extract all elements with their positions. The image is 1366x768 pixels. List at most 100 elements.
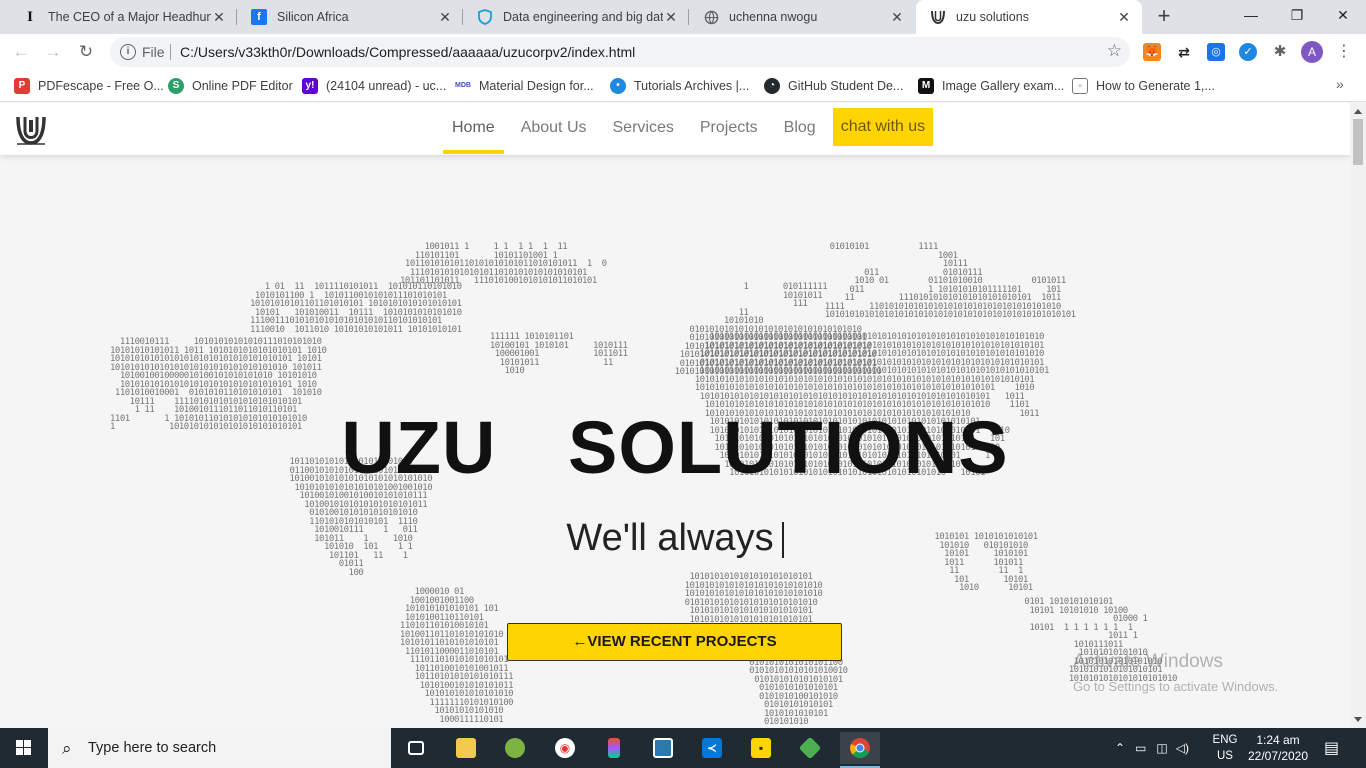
info-icon[interactable]: i — [120, 44, 136, 60]
github-icon: ◔ — [764, 78, 780, 94]
app-frame-icon[interactable] — [643, 732, 683, 764]
more-menu-icon[interactable]: ⋮ — [1336, 42, 1352, 62]
tray-chevron-icon[interactable]: ⌃ — [1115, 741, 1125, 755]
record-app-icon[interactable]: ◉ — [545, 732, 585, 764]
windows-taskbar: ⌕ Type here to search ◉ ≺ ▪ ⌃ ▭ ◫ ◁) ENG… — [0, 728, 1366, 768]
site-navbar: Home About Us Services Projects Blog cha… — [0, 103, 1350, 155]
file-explorer-icon[interactable] — [446, 732, 486, 764]
git-icon[interactable] — [790, 732, 830, 764]
extensions-puzzle-icon[interactable]: ✱ — [1271, 43, 1289, 61]
nav-home[interactable]: Home — [443, 108, 504, 154]
close-tab-icon[interactable]: ✕ — [889, 9, 905, 25]
instapaper-icon: I — [27, 8, 33, 25]
bookmark-label: Online PDF Editor — [192, 79, 293, 93]
globe-icon — [703, 9, 719, 25]
close-tab-icon[interactable]: ✕ — [211, 9, 227, 25]
bookmark-item[interactable]: ▫ How to Generate 1,... — [1072, 76, 1215, 96]
close-tab-icon[interactable]: ✕ — [1116, 9, 1132, 25]
omnibox-divider — [170, 44, 171, 60]
extension-blue-icon[interactable]: ◎ — [1207, 43, 1225, 61]
sticky-notes-icon[interactable]: ▪ — [741, 732, 781, 764]
tab-title: Silicon Africa — [277, 10, 349, 24]
nav-blog[interactable]: Blog — [775, 108, 825, 150]
browser-tab[interactable]: f Silicon Africa ✕ — [237, 0, 463, 34]
facebook-icon: f — [251, 9, 267, 25]
page-scrollbar[interactable] — [1350, 103, 1366, 728]
task-view-icon[interactable] — [396, 732, 436, 764]
scroll-thumb[interactable] — [1353, 119, 1363, 165]
volume-icon[interactable]: ◁) — [1176, 741, 1189, 755]
nav-services[interactable]: Services — [604, 108, 683, 150]
view-recent-projects-button[interactable]: ←VIEW RECENT PROJECTS — [507, 623, 842, 661]
snail-app-icon[interactable] — [495, 732, 535, 764]
region-code: US — [1217, 750, 1233, 762]
taskbar-clock[interactable]: 1:24 am 22/07/2020 — [1246, 732, 1310, 764]
scroll-down-icon[interactable] — [1354, 717, 1362, 722]
mdb-icon: MDB — [455, 82, 471, 89]
start-button[interactable] — [0, 728, 48, 768]
url-text[interactable]: C:/Users/v33kth0r/Downloads/Compressed/a… — [180, 44, 635, 60]
battery-icon[interactable]: ▭ — [1135, 741, 1146, 755]
hero-subtitle: We'll always — [0, 516, 1350, 560]
back-arrow-icon[interactable]: ← — [9, 40, 33, 64]
browser-tab-strip: I The CEO of a Major Headhunti ✕ f Silic… — [0, 0, 1366, 34]
tab-title: uchenna nwogu — [729, 10, 818, 24]
profile-avatar[interactable]: A — [1301, 41, 1323, 63]
figma-icon[interactable] — [594, 732, 634, 764]
close-window-button[interactable]: ✕ — [1320, 0, 1366, 30]
uzu-logo[interactable] — [15, 114, 47, 146]
bookmarks-overflow-icon[interactable]: » — [1336, 76, 1344, 92]
maximize-button[interactable]: ❐ — [1274, 0, 1320, 30]
bookmark-star-icon[interactable]: ☆ — [1107, 41, 1122, 61]
hero-title: UZU SOLUTIONS — [341, 406, 1009, 489]
metamask-icon[interactable]: 🦊 — [1143, 43, 1161, 61]
bookmark-label: Material Design for... — [479, 79, 594, 93]
bookmark-item[interactable]: • Tutorials Archives |... — [610, 76, 749, 96]
forward-arrow-icon[interactable]: → — [41, 40, 65, 64]
scheme-label: File — [142, 44, 165, 60]
vscode-icon[interactable]: ≺ — [692, 732, 732, 764]
uzu-logo-icon — [930, 9, 946, 25]
watermark-subtitle: Go to Settings to activate Windows. — [1073, 679, 1279, 694]
scroll-up-icon[interactable] — [1354, 109, 1362, 114]
bookmark-label: PDFescape - Free O... — [38, 79, 164, 93]
close-tab-icon[interactable]: ✕ — [437, 9, 453, 25]
browser-toolbar: ← → ↻ i File C:/Users/v33kth0r/Downloads… — [0, 34, 1366, 70]
close-tab-icon[interactable]: ✕ — [663, 9, 679, 25]
browser-tab[interactable]: uchenna nwogu ✕ — [689, 0, 915, 34]
minimize-button[interactable]: — — [1228, 0, 1274, 30]
browser-tab-active[interactable]: uzu solutions ✕ — [916, 0, 1142, 34]
nav-about-us[interactable]: About Us — [512, 108, 596, 150]
bookmark-item[interactable]: MDB Material Design for... — [455, 76, 594, 96]
site-menu: Home About Us Services Projects Blog cha… — [443, 108, 941, 154]
browser-tab[interactable]: Data engineering and big data ✕ — [463, 0, 689, 34]
network-icon[interactable]: ◫ — [1156, 741, 1167, 755]
nav-projects[interactable]: Projects — [691, 108, 767, 150]
clock-date: 22/07/2020 — [1247, 749, 1309, 763]
notifications-icon[interactable]: ▤ — [1324, 728, 1339, 768]
tab-title: uzu solutions — [956, 10, 1029, 24]
bookmarks-bar: P PDFescape - Free O... S Online PDF Edito… — [0, 70, 1366, 102]
chat-with-us-button[interactable]: chat with us — [832, 108, 934, 146]
bookmark-item[interactable]: ◔ GitHub Student De... — [764, 76, 903, 96]
bookmark-item[interactable]: y! (24104 unread) - uc... — [302, 76, 446, 96]
cast-icon[interactable]: ⇄ — [1175, 43, 1193, 61]
yahoo-icon: y! — [302, 78, 318, 94]
address-bar[interactable]: i File C:/Users/v33kth0r/Downloads/Compr… — [110, 37, 1130, 67]
bookmark-item[interactable]: M Image Gallery exam... — [918, 76, 1064, 96]
taskbar-search[interactable]: ⌕ Type here to search — [48, 728, 391, 768]
shield-icon — [477, 9, 493, 25]
windows-logo-icon — [16, 740, 31, 755]
reload-icon[interactable]: ↻ — [74, 40, 98, 64]
bookmark-item[interactable]: P PDFescape - Free O... — [14, 76, 164, 96]
check-extension-icon[interactable]: ✓ — [1239, 43, 1257, 61]
new-tab-button[interactable]: + — [1152, 5, 1176, 29]
search-icon: ⌕ — [62, 739, 72, 758]
activate-windows-watermark: Activate Windows Go to Settings to activ… — [1073, 651, 1278, 694]
sejda-icon: S — [168, 78, 184, 94]
language-code: ENG — [1212, 734, 1238, 746]
chrome-icon[interactable] — [840, 732, 880, 768]
browser-tab[interactable]: I The CEO of a Major Headhunti ✕ — [8, 0, 237, 34]
language-indicator[interactable]: ENG US — [1210, 732, 1240, 764]
bookmark-item[interactable]: S Online PDF Editor — [168, 76, 293, 96]
